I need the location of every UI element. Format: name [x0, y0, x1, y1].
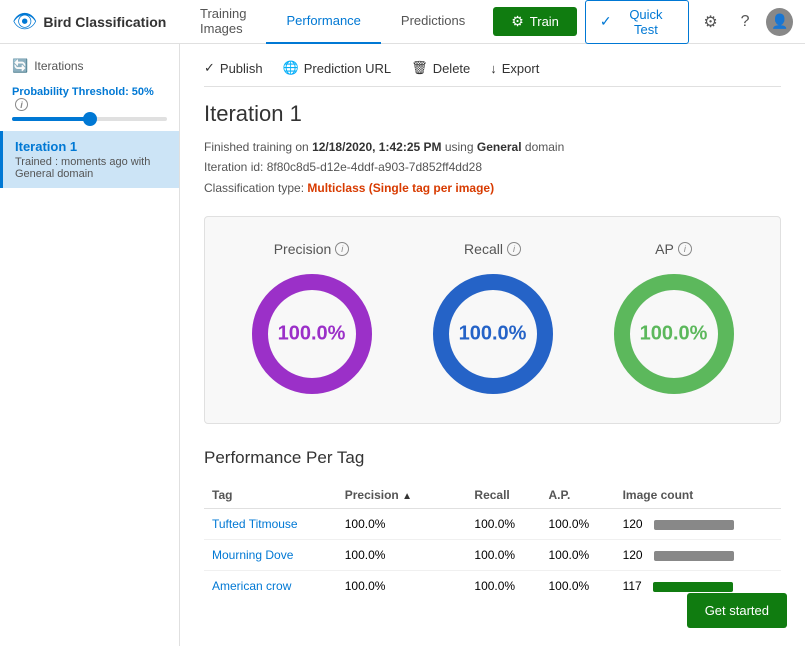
perf-per-tag-title: Performance Per Tag: [204, 448, 781, 468]
get-started-button[interactable]: Get started: [687, 593, 787, 628]
tab-predictions[interactable]: Predictions: [381, 0, 485, 44]
ap-info-icon[interactable]: i: [678, 242, 692, 256]
recall-card: Recall i 100.0%: [428, 241, 558, 399]
image-count-cell: 120: [615, 509, 781, 540]
tab-performance[interactable]: Performance: [266, 0, 380, 44]
precision-value: 100.0%: [278, 323, 346, 346]
ap-card: AP i 100.0%: [609, 241, 739, 399]
delete-button[interactable]: 🗑 Delete: [411, 60, 470, 76]
recall-info-icon[interactable]: i: [507, 242, 521, 256]
col-header-ap: A.P.: [540, 482, 614, 509]
eye-icon: 👁: [12, 9, 37, 34]
metrics-container: Precision i 100.0% Recall i: [204, 216, 781, 424]
recall-label: Recall i: [464, 241, 521, 257]
prob-threshold-label: Probability Threshold: 50% i: [12, 86, 167, 111]
image-count-bar: [653, 582, 733, 592]
precision-cell: 100.0%: [337, 509, 446, 540]
tab-training-images[interactable]: Training Images: [180, 0, 266, 44]
delete-icon: 🗑: [411, 60, 428, 76]
app-logo: 👁 Bird Classification: [12, 9, 172, 34]
app-title: Bird Classification: [43, 14, 166, 30]
recall-cell: 100.0%: [466, 509, 540, 540]
iteration-item[interactable]: Iteration 1 Trained : moments ago with G…: [0, 131, 179, 188]
perf-table: Tag Precision ▲ Recall A.P. Image count …: [204, 482, 781, 601]
settings-icon[interactable]: ⚙: [697, 8, 724, 36]
nav-actions: ⚙ Train ✓ Quick Test ⚙ ? 👤: [493, 0, 793, 44]
image-count-cell: 120: [615, 540, 781, 571]
publish-icon: ✓: [204, 60, 215, 76]
empty-cell: [446, 571, 467, 602]
content-area: ✓ Publish 🌐 Prediction URL 🗑 Delete ↓ Ex…: [180, 44, 805, 646]
precision-cell: 100.0%: [337, 571, 446, 602]
tag-link[interactable]: American crow: [212, 579, 291, 593]
recall-cell: 100.0%: [466, 540, 540, 571]
tag-link[interactable]: Mourning Dove: [212, 548, 293, 562]
precision-label: Precision i: [274, 241, 350, 257]
iterations-header: 🔄 Iterations: [0, 54, 179, 82]
precision-card: Precision i 100.0%: [247, 241, 377, 399]
prob-threshold-section: Probability Threshold: 50% i: [0, 82, 179, 131]
threshold-info-icon[interactable]: i: [15, 98, 28, 111]
prob-slider[interactable]: [12, 117, 167, 121]
recall-donut: 100.0%: [428, 269, 558, 399]
precision-donut: 100.0%: [247, 269, 377, 399]
col-header-recall: Recall: [466, 482, 540, 509]
sort-arrow: ▲: [402, 491, 412, 502]
export-button[interactable]: ↓ Export: [490, 61, 539, 76]
col-header-empty: [446, 482, 467, 509]
sidebar: 🔄 Iterations Probability Threshold: 50% …: [0, 44, 180, 646]
ap-value: 100.0%: [640, 323, 708, 346]
iteration-meta: Finished training on 12/18/2020, 1:42:25…: [204, 137, 781, 198]
ap-cell: 100.0%: [540, 540, 614, 571]
prediction-url-button[interactable]: 🌐 Prediction URL: [283, 60, 392, 76]
iteration-title: Iteration 1: [204, 101, 781, 127]
nav-tabs: Training Images Performance Predictions: [180, 0, 485, 44]
recall-cell: 100.0%: [466, 571, 540, 602]
ap-cell: 100.0%: [540, 571, 614, 602]
help-icon[interactable]: ?: [732, 8, 759, 36]
globe-icon: 🌐: [283, 60, 299, 76]
precision-info-icon[interactable]: i: [335, 242, 349, 256]
checkmark-icon: ✓: [600, 13, 612, 30]
image-count-bar: [654, 551, 734, 561]
recall-value: 100.0%: [459, 323, 527, 346]
tag-link[interactable]: Tufted Titmouse: [212, 517, 298, 531]
train-button[interactable]: ⚙ Train: [493, 7, 577, 36]
col-header-tag: Tag: [204, 482, 337, 509]
user-avatar[interactable]: 👤: [766, 8, 793, 36]
col-header-precision[interactable]: Precision ▲: [337, 482, 446, 509]
top-nav: 👁 Bird Classification Training Images Pe…: [0, 0, 805, 44]
empty-cell: [446, 540, 467, 571]
quick-test-button[interactable]: ✓ Quick Test: [585, 0, 689, 44]
table-row: Mourning Dove 100.0% 100.0% 100.0% 120: [204, 540, 781, 571]
precision-cell: 100.0%: [337, 540, 446, 571]
train-icon: ⚙: [511, 13, 524, 30]
empty-cell: [446, 509, 467, 540]
image-count-bar: [654, 520, 734, 530]
iterations-icon: 🔄: [12, 58, 28, 74]
ap-cell: 100.0%: [540, 509, 614, 540]
table-row: Tufted Titmouse 100.0% 100.0% 100.0% 120: [204, 509, 781, 540]
ap-donut: 100.0%: [609, 269, 739, 399]
publish-button[interactable]: ✓ Publish: [204, 60, 263, 76]
content-toolbar: ✓ Publish 🌐 Prediction URL 🗑 Delete ↓ Ex…: [204, 60, 781, 87]
main-layout: 🔄 Iterations Probability Threshold: 50% …: [0, 44, 805, 646]
ap-label: AP i: [655, 241, 692, 257]
export-icon: ↓: [490, 61, 497, 76]
col-header-image-count: Image count: [615, 482, 781, 509]
